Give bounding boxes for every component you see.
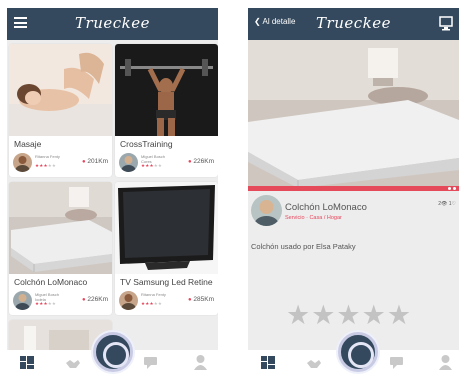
app-bar: Trueckee (7, 8, 218, 40)
grid-icon[interactable] (261, 356, 275, 369)
location-pin-icon: ● (81, 297, 86, 303)
profile-icon[interactable] (194, 355, 207, 370)
tv-photo (115, 182, 218, 274)
user-rating: ★★★★★ (35, 301, 57, 306)
chat-icon[interactable] (144, 357, 157, 369)
item-title: Colchón LoMonaco (285, 202, 367, 213)
distance: ● 201Km (81, 158, 108, 165)
item-stats: 2👁 1♡ (438, 201, 456, 207)
home-fab-button[interactable] (338, 332, 378, 372)
distance: ● 226Km (81, 296, 108, 303)
item-card-colchon[interactable]: Colchón LoMonaco Miguel Bosch Iodela ★★★★… (9, 182, 112, 315)
eye-icon: 👁 (440, 201, 448, 207)
heart-icon[interactable]: ♡ (452, 201, 456, 207)
handshake-icon[interactable] (306, 358, 322, 369)
user-rating: ★★★★★ (35, 163, 57, 168)
card-title: Masaje (14, 139, 42, 149)
item-description: Colchón usado por Elsa Pataky (251, 242, 356, 251)
page-dot (448, 187, 451, 190)
user-name: Ritanna Fenty (141, 292, 166, 297)
distance: ● 285Km (187, 296, 214, 303)
massage-photo (9, 44, 112, 136)
bottom-nav (248, 332, 459, 376)
grid-icon[interactable] (20, 356, 34, 369)
item-category: Servicio · Casa / Hogar (285, 215, 342, 221)
home-fab-button[interactable] (93, 332, 133, 372)
crosstraining-photo (115, 44, 218, 136)
mattress-photo (9, 182, 112, 274)
app-title: Trueckee (75, 14, 150, 32)
item-card-tv[interactable]: TV Samsung Led Retine Ritanna Fenty ★★★★… (115, 182, 218, 315)
location-pin-icon: ● (187, 297, 192, 303)
rating-stars[interactable]: ★★★★★ (286, 301, 412, 329)
listing-screen: Trueckee Masaje Ritanna Fenty ★★★★★ ● 20… (7, 8, 218, 376)
mattress-photo-large (248, 40, 459, 188)
user-rating: ★★★★★ (141, 163, 163, 168)
location-pin-icon: ● (187, 159, 192, 165)
distance: ● 226Km (187, 158, 214, 165)
app-bar: ❮ Al detalle Trueckee (248, 8, 459, 40)
user-rating: ★★★★★ (141, 301, 163, 306)
profile-icon[interactable] (439, 355, 452, 370)
avatar (119, 291, 138, 310)
handshake-icon[interactable] (65, 358, 81, 369)
location-pin-icon: ● (81, 159, 86, 165)
owner-avatar[interactable] (251, 195, 282, 226)
page-dot (453, 187, 456, 190)
user-name: Ritanna Fenty (35, 154, 60, 159)
app-title: Trueckee (316, 14, 391, 32)
status-strip (248, 186, 459, 191)
avatar (13, 291, 32, 310)
avatar (119, 153, 138, 172)
card-title: Colchón LoMonaco (14, 277, 88, 287)
card-title: TV Samsung Led Retine (120, 277, 213, 287)
tv-icon[interactable] (439, 16, 453, 31)
bottom-nav (7, 332, 218, 376)
avatar (13, 153, 32, 172)
detail-screen: ❮ Al detalle Trueckee Colchón LoMonaco S… (248, 8, 459, 376)
chat-icon[interactable] (390, 357, 403, 369)
card-title: CrossTraining (120, 139, 173, 149)
item-card-crosstraining[interactable]: CrossTraining Miguel Bosch Cores ★★★★★ ● … (115, 44, 218, 177)
item-card-masaje[interactable]: Masaje Ritanna Fenty ★★★★★ ● 201Km (9, 44, 112, 177)
